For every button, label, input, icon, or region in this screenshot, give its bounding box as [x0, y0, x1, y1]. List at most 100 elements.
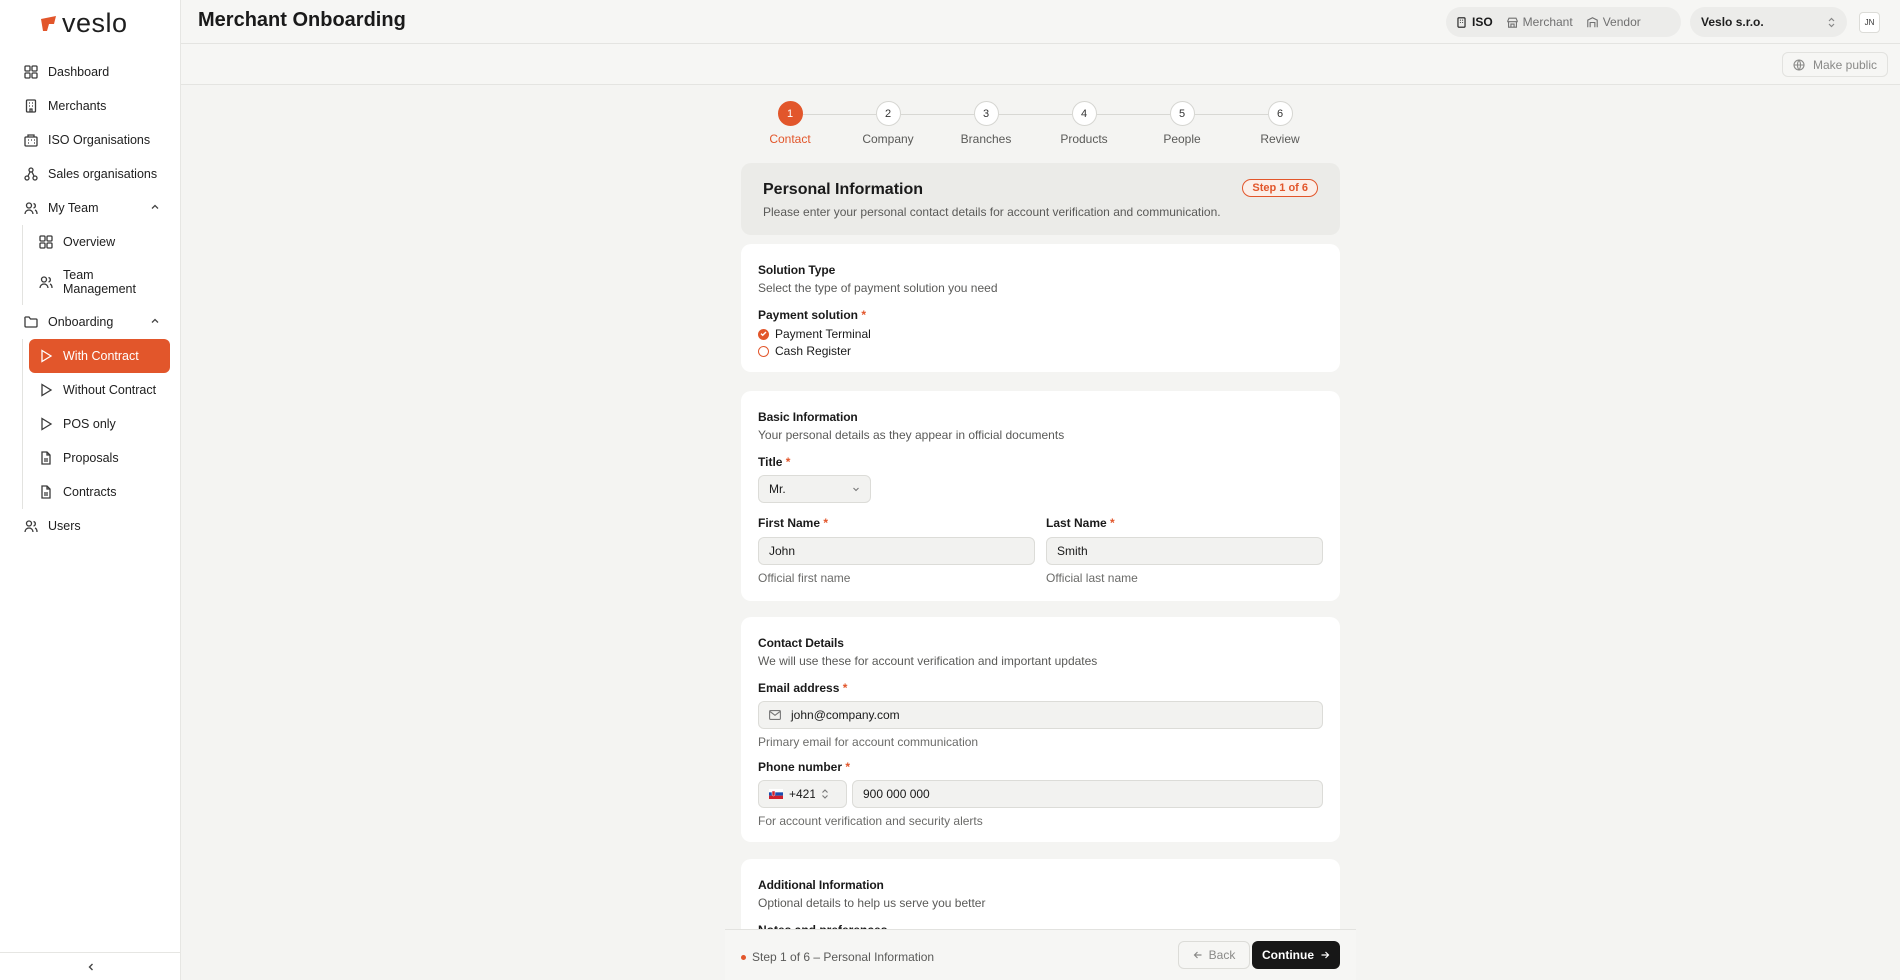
page-title: Merchant Onboarding — [198, 9, 406, 31]
step-company[interactable]: 2 Company — [839, 101, 937, 146]
step-connector — [803, 114, 876, 115]
chevron-up-icon[interactable] — [150, 202, 160, 212]
step-review[interactable]: 6 Review — [1231, 101, 1329, 146]
back-button[interactable]: Back — [1178, 941, 1250, 969]
sidebar-item-team-management[interactable]: Team Management — [29, 259, 170, 305]
card-title: Solution Type — [758, 263, 836, 277]
last-name-input[interactable]: Smith — [1046, 537, 1323, 565]
step-contact[interactable]: 1 Contact — [741, 101, 839, 146]
step-people[interactable]: 5 People — [1133, 101, 1231, 146]
dashboard-icon — [23, 65, 38, 80]
role-label: ISO — [1472, 15, 1493, 29]
sidebar-item-pos-only[interactable]: POS only — [29, 407, 170, 441]
organisation-select[interactable]: Veslo s.r.o. — [1690, 7, 1847, 37]
globe-icon — [1793, 58, 1805, 71]
sidebar-item-iso-organisations[interactable]: ISO Organisations — [14, 123, 170, 157]
phone-number-input[interactable]: 900 000 000 — [852, 780, 1323, 808]
sub-toolbar: Make public — [181, 44, 1900, 85]
network-icon — [23, 167, 38, 182]
email-label: Email address * — [758, 681, 848, 695]
onboarding-submenu: With Contract Without Contract POS only … — [22, 339, 170, 509]
play-icon — [38, 417, 53, 432]
role-iso-tab[interactable]: ISO — [1456, 15, 1493, 29]
file-icon — [38, 451, 53, 466]
card-subtitle: Your personal details as they appear in … — [758, 428, 1065, 442]
contact-details-card: Contact Details We will use these for ac… — [741, 617, 1340, 842]
sidebar-item-label: POS only — [63, 417, 116, 431]
title-label: Title * — [758, 455, 791, 469]
sidebar-item-users[interactable]: Users — [14, 509, 170, 543]
arrow-right-icon — [1321, 951, 1330, 959]
email-field[interactable]: john@company.com — [758, 701, 1323, 729]
radio-cash-register[interactable]: Cash Register — [758, 344, 851, 358]
radio-payment-terminal[interactable]: Payment Terminal — [758, 327, 871, 341]
email-hint: Primary email for account communication — [758, 735, 979, 749]
title-select[interactable]: Mr. — [758, 475, 871, 503]
payment-solution-label: Payment solution * — [758, 308, 867, 322]
role-vendor-tab[interactable]: Vendor — [1586, 15, 1641, 29]
section-subtitle: Please enter your personal contact detai… — [763, 205, 1221, 219]
role-merchant-tab[interactable]: Merchant — [1506, 15, 1573, 29]
sidebar-item-sales-organisations[interactable]: Sales organisations — [14, 157, 170, 191]
team-submenu: Overview Team Management — [22, 225, 170, 305]
basic-information-card: Basic Information Your personal details … — [741, 391, 1340, 601]
sidebar-item-contracts[interactable]: Contracts — [29, 475, 170, 509]
card-title: Contact Details — [758, 636, 844, 650]
make-public-label: Make public — [1812, 57, 1877, 72]
collapse-sidebar-button[interactable] — [0, 952, 181, 980]
sidebar-item-my-team[interactable]: My Team — [14, 191, 170, 225]
footer-status-text: Step 1 of 6 – Personal Information — [752, 950, 935, 964]
sidebar-item-label: Merchants — [48, 99, 107, 113]
form-footer: Step 1 of 6 – Personal Information Back … — [725, 929, 1356, 980]
sidebar-item-merchants[interactable]: Merchants — [14, 89, 170, 123]
first-name-input[interactable]: John — [758, 537, 1035, 565]
step-label: Company — [862, 132, 914, 146]
chevron-updown-icon — [1828, 17, 1835, 27]
sidebar-item-with-contract[interactable]: With Contract — [29, 339, 170, 373]
sidebar-item-overview[interactable]: Overview — [29, 225, 170, 259]
sidebar-item-dashboard[interactable]: Dashboard — [14, 55, 170, 89]
continue-button-label: Continue — [1262, 948, 1314, 962]
dashboard-icon — [38, 235, 53, 250]
phone-label: Phone number * — [758, 760, 851, 774]
sidebar-item-label: Onboarding — [48, 315, 114, 329]
chevron-up-icon[interactable] — [150, 316, 160, 326]
continue-button[interactable]: Continue — [1252, 941, 1340, 969]
sidebar-item-label: Contracts — [63, 485, 117, 499]
step-products[interactable]: 4 Products — [1035, 101, 1133, 146]
step-connector — [1195, 114, 1268, 115]
step-connector — [999, 114, 1072, 115]
email-value: john@company.com — [791, 708, 900, 722]
file-icon — [38, 485, 53, 500]
sidebar-item-proposals[interactable]: Proposals — [29, 441, 170, 475]
card-subtitle: Select the type of payment solution you … — [758, 281, 998, 295]
sidebar-item-label: Users — [48, 519, 81, 533]
sidebar-item-without-contract[interactable]: Without Contract — [29, 373, 170, 407]
card-subtitle: We will use these for account verificati… — [758, 654, 1098, 668]
sidebar-item-label: Dashboard — [48, 65, 110, 79]
step-label: Products — [1060, 132, 1108, 146]
last-name-hint: Official last name — [1046, 571, 1138, 585]
make-public-button[interactable]: Make public — [1781, 52, 1888, 77]
step-label: People — [1163, 132, 1201, 146]
avatar[interactable]: JN — [1859, 12, 1880, 33]
card-title: Additional Information — [758, 878, 884, 892]
card-subtitle: Optional details to help us serve you be… — [758, 896, 986, 910]
role-label: Merchant — [1522, 15, 1573, 29]
step-number: 6 — [1267, 101, 1293, 126]
folder-icon — [23, 315, 38, 330]
step-number: 1 — [777, 101, 803, 126]
building-icon — [23, 99, 38, 114]
last-name-label: Last Name * — [1046, 516, 1115, 530]
step-number: 5 — [1169, 101, 1195, 126]
onboarding-stepper: 1 Contact 2 Company 3 Branches 4 Product… — [741, 101, 1341, 151]
organisation-select-value: Veslo s.r.o. — [1701, 15, 1764, 29]
slovakia-flag-icon — [769, 789, 783, 799]
sidebar-item-onboarding[interactable]: Onboarding — [14, 305, 170, 339]
sidebar-nav: Dashboard Merchants ISO Organisations Sa… — [14, 55, 170, 543]
logo[interactable]: veslo — [40, 10, 128, 37]
phone-country-select[interactable]: +421 — [758, 780, 847, 808]
phone-code-value: +421 — [789, 787, 815, 801]
step-branches[interactable]: 3 Branches — [937, 101, 1035, 146]
users-icon — [38, 275, 53, 290]
